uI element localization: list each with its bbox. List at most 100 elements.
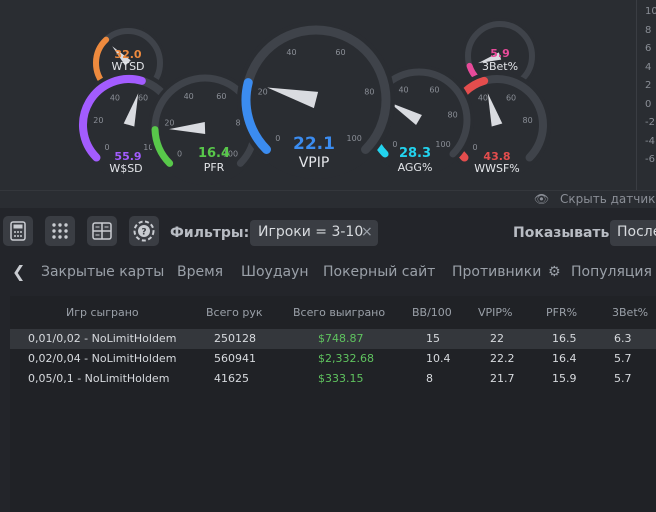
svg-text:?: ? (141, 228, 146, 238)
layout-button[interactable] (87, 216, 117, 246)
gauge-label: PFR (204, 161, 225, 174)
close-icon[interactable]: × (361, 224, 373, 240)
axis-tick-label: 8 (645, 24, 652, 36)
tab-showdown[interactable]: Шоудаун (241, 264, 309, 280)
gauge-tick-label: 60 (138, 93, 148, 102)
calculator-icon (10, 221, 26, 241)
table-cell: 22.2 (490, 352, 515, 365)
show-label: Показывать (513, 225, 610, 241)
gauge-tick-label: 40 (478, 93, 488, 102)
gauge-value: 22.1 (293, 134, 335, 154)
gauge-tick-label: 60 (506, 93, 516, 102)
column-header[interactable]: Игр сыграно (66, 306, 139, 319)
table-cell: 21.7 (490, 372, 515, 385)
gauge-tick-label: 60 (429, 86, 439, 95)
gauge-tick-label: 20 (258, 88, 268, 97)
column-header[interactable]: 3Bet% (612, 306, 648, 319)
gauge-label: 3Bet% (482, 60, 518, 73)
table-cell: 16.4 (552, 352, 577, 365)
table-cell: 5.7 (614, 372, 632, 385)
table-row[interactable]: 0,01/0,02 - NoLimitHoldem 250128 $748.87… (10, 329, 656, 349)
table-cell: 10.4 (426, 352, 451, 365)
table-header: Игр сыграно Всего рук Всего выиграно BB/… (10, 296, 656, 328)
tab-time[interactable]: Время (177, 264, 223, 280)
table-cell: 41625 (214, 372, 249, 385)
column-header[interactable]: Всего выиграно (293, 306, 385, 319)
filter-chip-text: Игроки = 3-10 (258, 224, 364, 240)
column-header[interactable]: Всего рук (206, 306, 263, 319)
gauges-svg: 32.0WTSD5.93Bet%40 60200 10055.9W$SD40 6020… (75, 18, 551, 185)
table-cell: 0,01/0,02 - NoLimitHoldem (28, 332, 177, 345)
axis-tick-label: 0 (645, 98, 652, 110)
show-select-value: После (617, 224, 656, 240)
tab-population[interactable]: Популяция (571, 264, 652, 280)
gauge-tick-label: 60 (335, 48, 345, 57)
gauge-tick-label: 100 (435, 140, 450, 149)
gauge-tick-label: 20 (93, 116, 103, 125)
gauge-tick-label: 20 (164, 118, 174, 127)
axis-tick-label: 6 (645, 43, 652, 54)
table-cell: 8 (426, 372, 433, 385)
gauge-label: W$SD (109, 162, 142, 175)
table-cell: 250128 (214, 332, 256, 345)
eye-slash-icon: 👁 (534, 192, 550, 206)
table-cell: 6.3 (614, 332, 632, 345)
table-cell: 16.5 (552, 332, 577, 345)
show-select[interactable]: После (610, 220, 656, 246)
hide-gauges-label[interactable]: Скрыть датчики (560, 192, 656, 206)
table-cell: 0,02/0,04 - NoLimitHoldem (28, 352, 177, 365)
filter-toolbar: ? Фильтры: Игроки = 3-10 × Показывать По… (0, 212, 656, 252)
side-chart-axis: 10 8 6 4 2 0 -2 -4 -6 (636, 0, 656, 190)
gauge-tick-label: 0 (275, 134, 280, 143)
gauge-tick-label: 40 (184, 92, 194, 101)
report-tabs: ❮ Закрытые карты Время Шоудаун Покерный … (0, 258, 656, 286)
axis-tick-label: -6 (645, 154, 655, 165)
filters-label: Фильтры: (170, 225, 250, 241)
table-cell: $2,332.68 (318, 352, 374, 365)
hide-gauges-bar[interactable]: 👁 Скрыть датчики (0, 190, 656, 209)
layout-panels-icon (92, 222, 112, 240)
table-cell: $748.87 (318, 332, 364, 345)
column-header[interactable]: VPIP% (478, 306, 513, 319)
table-cell: 560941 (214, 352, 256, 365)
gauge-label: AGG% (398, 161, 433, 174)
tab-poker-site[interactable]: Покерный сайт (323, 264, 435, 280)
table-cell: 5.7 (614, 352, 632, 365)
table-cell: 0,05/0,1 - NoLimitHoldem (28, 372, 170, 385)
gauge-label: VPIP (299, 155, 330, 171)
poker-chip-question-icon: ? (133, 220, 155, 242)
table-cell: $333.15 (318, 372, 364, 385)
filter-chip-players[interactable]: Игроки = 3-10 × (250, 220, 378, 246)
gauge-tick-label: 80 (364, 88, 374, 97)
gauge-tick-label: 0 (473, 143, 478, 152)
gear-icon[interactable]: ⚙ (548, 264, 561, 280)
gauge-label: WWSF% (474, 162, 520, 175)
tab-hole-cards[interactable]: Закрытые карты (41, 264, 164, 280)
grid-view-button[interactable] (45, 216, 75, 246)
column-header[interactable]: PFR% (546, 306, 577, 319)
table-row[interactable]: 0,02/0,04 - NoLimitHoldem 560941 $2,332.… (10, 349, 656, 369)
gauge-value: 5.9 (490, 47, 510, 60)
calculator-button[interactable] (3, 216, 33, 246)
dots-grid-icon (52, 223, 68, 239)
gauge-tick-label: 0 (392, 140, 397, 149)
table-cell: 15.9 (552, 372, 577, 385)
gauge-value: 28.3 (399, 146, 431, 161)
gauge-tick-label: 40 (398, 86, 408, 95)
poker-chip-help-button[interactable]: ? (129, 216, 159, 246)
gauge-tick-label: 40 (286, 48, 296, 57)
gauge-tick-label: 100 (347, 134, 362, 143)
axis-tick-label: 2 (645, 80, 652, 91)
gauge-tick-label: 40 (110, 93, 120, 102)
table-row[interactable]: 0,05/0,1 - NoLimitHoldem 41625 $333.15 8… (10, 369, 656, 389)
table-cell: 22 (490, 332, 504, 345)
tab-opponents[interactable]: Противники (452, 264, 541, 280)
gauge-tick-label: 80 (523, 116, 533, 125)
gauge-panel: 32.0 WTSD 5.9 3Bet% 40 60 20 0 100 55.9 W$SD 40 60 20… (0, 0, 656, 208)
stats-table: Игр сыграно Всего рук Всего выиграно BB/… (10, 296, 656, 512)
gauge-value: 16.4 (198, 146, 230, 161)
table-cell: 15 (426, 332, 440, 345)
gauge-tick-label: 0 (177, 149, 182, 158)
chevron-left-icon[interactable]: ❮ (12, 262, 25, 281)
column-header[interactable]: BB/100 (412, 306, 452, 319)
